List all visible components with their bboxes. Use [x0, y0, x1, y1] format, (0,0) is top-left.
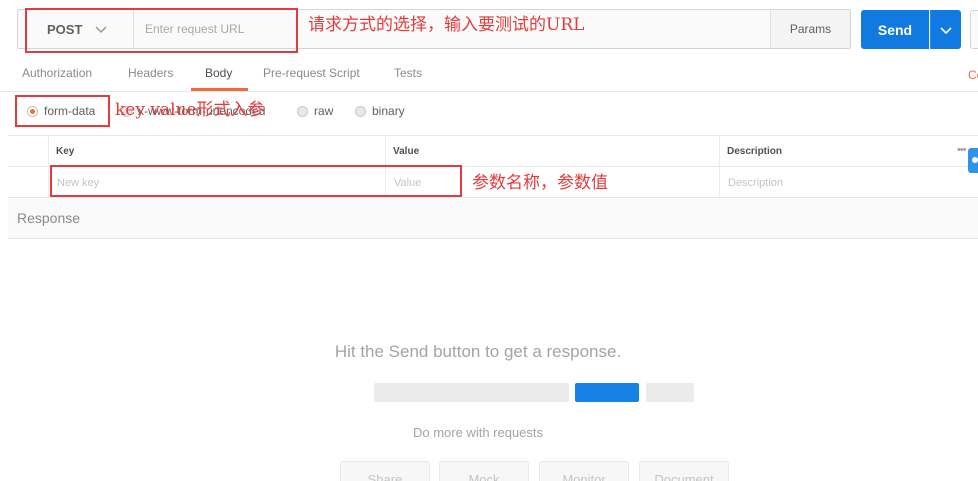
annotation-text-form-data: key value形式入参 — [115, 100, 265, 120]
response-panel: Response Hit the Send button to get a re… — [8, 199, 978, 481]
header-cell-value: Value — [385, 136, 719, 167]
params-button[interactable]: Params — [770, 10, 850, 48]
radio-unselected-icon — [355, 105, 366, 117]
monitor-button[interactable]: Monitor — [539, 461, 629, 481]
send-button[interactable]: Send — [861, 10, 929, 49]
method-select[interactable]: POST — [18, 10, 134, 48]
save-button[interactable] — [970, 10, 978, 49]
radio-form-data[interactable]: form-data — [27, 104, 95, 118]
tab-body[interactable]: Body — [205, 66, 232, 80]
radio-label: binary — [372, 104, 405, 118]
description-cell — [719, 167, 950, 198]
radio-label: raw — [314, 104, 334, 118]
radio-binary[interactable]: binary — [355, 104, 405, 118]
send-label: Send — [877, 21, 913, 38]
chevron-down-icon — [940, 26, 952, 34]
request-tabs: Authorization Headers Body Pre-request S… — [0, 60, 978, 92]
placeholder-bar — [374, 383, 569, 402]
params-label: Params — [789, 22, 832, 36]
header-value-label: Value — [393, 146, 420, 157]
header-description-label: Description — [727, 146, 783, 157]
document-button[interactable]: Document — [639, 461, 729, 481]
tab-headers[interactable]: Headers — [128, 66, 173, 80]
send-options-button[interactable] — [930, 10, 961, 49]
side-panel-toggle-icon[interactable] — [968, 148, 978, 173]
method-label: POST — [47, 21, 83, 37]
radio-unselected-icon — [297, 105, 308, 117]
tab-pre-request-script[interactable]: Pre-request Script — [263, 66, 360, 80]
cookies-link[interactable]: Co — [968, 68, 978, 82]
empty-response-hint: Hit the Send button to get a response. — [334, 342, 622, 361]
radio-raw[interactable]: raw — [297, 104, 333, 118]
response-body: Hit the Send button to get a response. D… — [8, 239, 978, 481]
mock-button[interactable]: Mock — [439, 461, 529, 481]
new-key-input[interactable] — [49, 167, 385, 198]
placeholder-bar — [646, 383, 694, 402]
response-header: Response — [8, 199, 978, 239]
table-header: Key Value Description ••• — [8, 136, 978, 167]
chevron-down-icon — [95, 26, 107, 34]
description-input[interactable] — [720, 167, 950, 198]
share-button[interactable]: Share — [340, 461, 430, 481]
do-more-label: Do more with requests — [412, 425, 544, 440]
more-options-icon[interactable]: ••• — [957, 144, 967, 156]
header-cell-key: Key — [48, 136, 385, 167]
tab-authorization[interactable]: Authorization — [22, 66, 92, 80]
radio-selected-icon — [27, 105, 38, 117]
response-title: Response — [17, 210, 81, 226]
tab-tests[interactable]: Tests — [394, 66, 422, 80]
annotation-text-request: 请求方式的选择，输入要测试的URL — [308, 15, 585, 35]
placeholder-bar-accent — [575, 383, 639, 402]
radio-label: form-data — [44, 104, 96, 118]
key-cell — [48, 167, 385, 198]
annotation-text-params: 参数名称，参数值 — [472, 173, 608, 193]
header-key-label: Key — [56, 146, 75, 157]
active-tab-indicator — [191, 88, 248, 91]
header-cell-description: Description — [719, 136, 950, 167]
